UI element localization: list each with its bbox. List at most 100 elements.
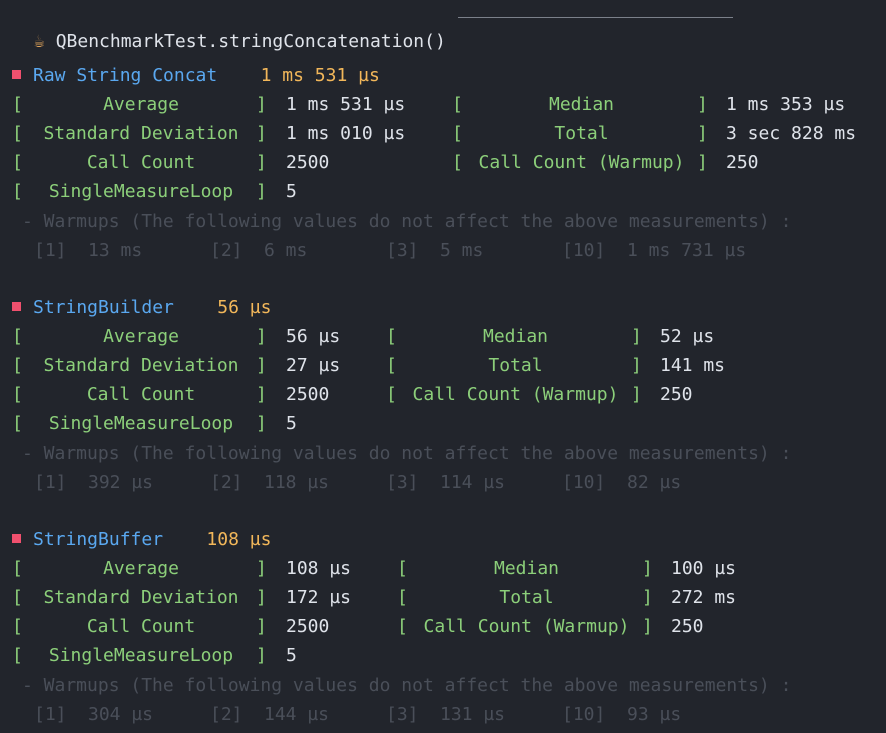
warmup-value: 1 ms 731 µs: [627, 239, 747, 261]
bracket-open: [: [12, 152, 23, 174]
call-count-warmup-value: 250: [671, 616, 704, 638]
bracket-open: [: [12, 94, 23, 116]
warmup-index: [3]: [386, 239, 419, 261]
warmup-value: 6 ms: [264, 239, 308, 261]
title-divider: [458, 17, 733, 18]
bracket-open: [: [386, 355, 397, 377]
bracket-close: ]: [697, 152, 708, 174]
bracket-close: ]: [256, 152, 267, 174]
single-measure-loop-label: SingleMeasureLoop: [48, 645, 234, 667]
average-value: 56 µs: [286, 326, 341, 348]
bracket-open: [: [12, 616, 23, 638]
bracket-close: ]: [697, 94, 708, 116]
total-value: 141 ms: [660, 355, 726, 377]
bracket-open: [: [452, 123, 463, 145]
warmup-index: [1]: [34, 471, 67, 493]
warmup-index: [3]: [386, 703, 419, 725]
std-dev-label: Standard Deviation: [43, 355, 239, 377]
average-label: Average: [103, 326, 179, 348]
total-label: Total: [554, 123, 609, 145]
median-label: Median: [548, 94, 615, 116]
std-dev-value: 1 ms 010 µs: [286, 123, 406, 145]
total-value: 3 sec 828 ms: [726, 123, 857, 145]
status-marker: [12, 70, 21, 79]
warmup-value: 131 µs: [440, 703, 506, 725]
median-value: 52 µs: [660, 326, 715, 348]
bracket-open: [: [12, 384, 23, 406]
bracket-open: [: [12, 645, 23, 667]
bracket-close: ]: [256, 355, 267, 377]
call-count-value: 2500: [286, 616, 330, 638]
bracket-open: [: [386, 326, 397, 348]
std-dev-value: 27 µs: [286, 355, 341, 377]
bracket-open: [: [12, 587, 23, 609]
single-measure-loop-label: SingleMeasureLoop: [48, 181, 234, 203]
bracket-open: [: [12, 558, 23, 580]
warmup-value: 144 µs: [264, 703, 330, 725]
warmup-index: [1]: [34, 703, 67, 725]
average-value: 108 µs: [286, 558, 352, 580]
single-measure-loop-value: 5: [286, 413, 297, 435]
bracket-close: ]: [256, 326, 267, 348]
test-method-name: QBenchmarkTest.stringConcatenation(): [55, 31, 446, 52]
benchmark-score: 108 µs: [206, 529, 272, 550]
warmup-value: 304 µs: [88, 703, 154, 725]
call-count-label: Call Count: [86, 152, 196, 174]
bracket-close: ]: [256, 181, 267, 203]
bracket-open: [: [12, 326, 23, 348]
call-count-value: 2500: [286, 384, 330, 406]
bracket-close: ]: [256, 645, 267, 667]
warmups-note: - Warmups (The following values do not a…: [22, 210, 792, 232]
warmup-value: 82 µs: [627, 471, 682, 493]
call-count-warmup-value: 250: [726, 152, 759, 174]
bracket-close: ]: [642, 558, 653, 580]
call-count-warmup-label: Call Count (Warmup): [423, 616, 630, 638]
warmup-index: [10]: [562, 703, 606, 725]
warmup-index: [2]: [210, 471, 243, 493]
bracket-open: [: [397, 616, 408, 638]
median-value: 1 ms 353 µs: [726, 94, 846, 116]
bracket-open: [: [12, 123, 23, 145]
warmup-index: [1]: [34, 239, 67, 261]
call-count-warmup-value: 250: [660, 384, 693, 406]
bracket-close: ]: [631, 384, 642, 406]
total-value: 272 ms: [671, 587, 737, 609]
bracket-open: [: [397, 558, 408, 580]
bracket-open: [: [386, 384, 397, 406]
bracket-close: ]: [256, 587, 267, 609]
warmup-value: 118 µs: [264, 471, 330, 493]
benchmark-score: 56 µs: [217, 297, 272, 318]
benchmark-name: StringBuilder: [33, 297, 174, 318]
warmup-index: [10]: [562, 471, 606, 493]
std-dev-label: Standard Deviation: [43, 587, 239, 609]
status-marker: [12, 534, 21, 543]
warmup-index: [10]: [562, 239, 606, 261]
bracket-close: ]: [642, 587, 653, 609]
benchmark-header: Raw String Concat 1 ms 531 µs: [12, 64, 380, 88]
std-dev-value: 172 µs: [286, 587, 352, 609]
single-measure-loop-value: 5: [286, 181, 297, 203]
bracket-open: [: [12, 413, 23, 435]
single-measure-loop-label: SingleMeasureLoop: [48, 413, 234, 435]
median-value: 100 µs: [671, 558, 737, 580]
bracket-close: ]: [256, 384, 267, 406]
median-label: Median: [493, 558, 560, 580]
call-count-label: Call Count: [86, 616, 196, 638]
bracket-close: ]: [256, 123, 267, 145]
coffee-cup-icon: ☕: [33, 31, 45, 52]
warmup-index: [3]: [386, 471, 419, 493]
bracket-close: ]: [256, 616, 267, 638]
warmup-value: 13 ms: [88, 239, 143, 261]
average-label: Average: [103, 94, 179, 116]
warmup-value: 392 µs: [88, 471, 154, 493]
benchmark-name: StringBuffer: [33, 529, 164, 550]
median-label: Median: [482, 326, 549, 348]
bracket-open: [: [12, 181, 23, 203]
bracket-close: ]: [256, 413, 267, 435]
average-label: Average: [103, 558, 179, 580]
bracket-open: [: [452, 152, 463, 174]
warmup-value: 114 µs: [440, 471, 506, 493]
bracket-close: ]: [642, 616, 653, 638]
benchmark-name: Raw String Concat: [33, 65, 218, 86]
warmup-index: [2]: [210, 703, 243, 725]
